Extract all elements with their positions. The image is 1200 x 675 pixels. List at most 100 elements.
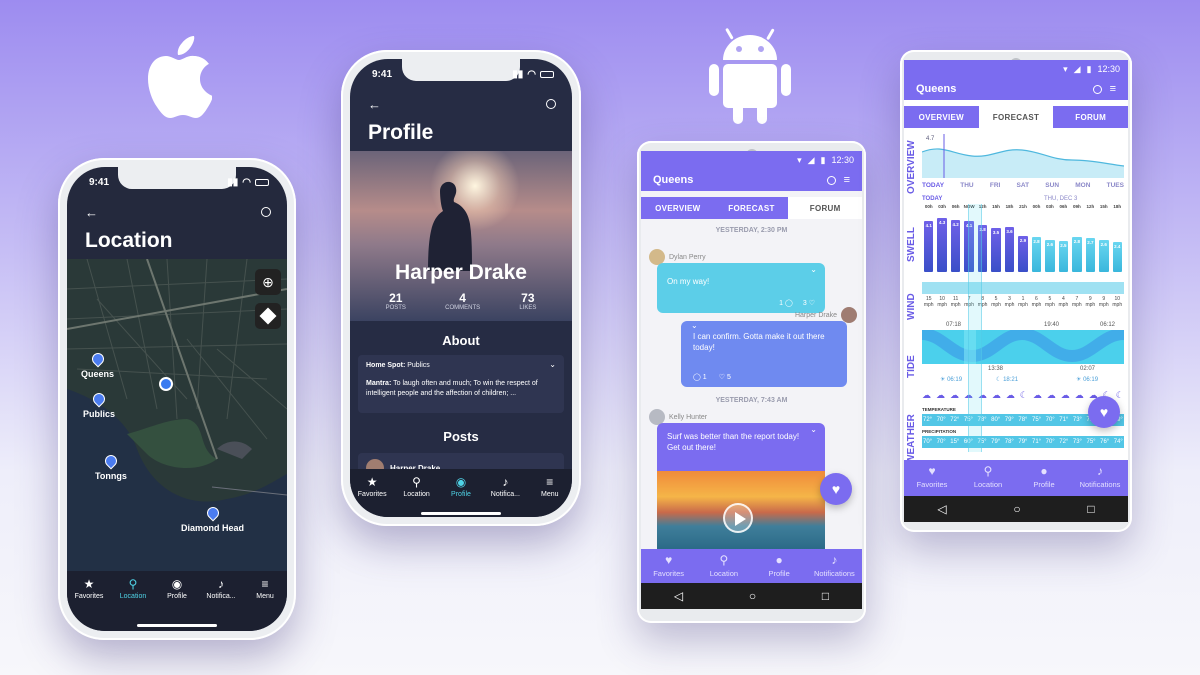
swell-column[interactable]: 09h 2.8 <box>1071 204 1082 278</box>
map-pin-diamond-head[interactable]: Diamond Head <box>181 504 244 533</box>
tab-forum[interactable]: FORUM <box>788 197 862 219</box>
map-pin-publics[interactable]: Publics <box>83 390 115 419</box>
nav-notifications[interactable]: ♪ Notifications <box>807 553 862 583</box>
tab-notifications[interactable]: ♪ Notifica... <box>483 475 527 517</box>
locate-me-button[interactable]: ⊕ <box>255 269 281 295</box>
bottom-tab-bar: ★ Favorites ⚲ Location ◉ Profile ♪ Notifica.… <box>350 469 572 517</box>
side-label-weather: WEATHER <box>906 414 917 464</box>
nav-favorites[interactable]: ♥ Favorites <box>904 464 960 496</box>
nav-profile[interactable]: ● Profile <box>752 553 807 583</box>
swell-bar: 3.6 <box>1004 227 1015 272</box>
day-today[interactable]: TODAY <box>922 182 944 189</box>
tab-profile[interactable]: ◉ Profile <box>439 475 483 517</box>
message-bubble[interactable]: I can confirm. Gotta make it out there t… <box>681 321 847 387</box>
back-arrow-icon[interactable]: ← <box>368 97 381 112</box>
message-bubble[interactable]: On my way! ⌄ 1 ◯ 3 ♡ <box>657 263 825 313</box>
temperature-value: 78° <box>1018 417 1028 423</box>
tab-overview[interactable]: OVERVIEW <box>641 197 715 219</box>
tab-notifications[interactable]: ♪ Notifica... <box>199 577 243 631</box>
day-mon[interactable]: MON <box>1075 182 1090 189</box>
tab-forecast[interactable]: FORECAST <box>978 106 1054 128</box>
play-button-icon[interactable] <box>723 503 753 533</box>
chevron-down-icon[interactable]: ⌄ <box>810 265 817 274</box>
search-icon[interactable] <box>826 175 836 185</box>
swell-column[interactable]: 03h 4.3 <box>936 204 947 278</box>
recents-square-icon[interactable]: □ <box>1087 502 1094 516</box>
swell-column[interactable]: 12h 2.7 <box>1085 204 1096 278</box>
directions-button[interactable] <box>255 303 281 329</box>
tab-favorites[interactable]: ★ Favorites <box>350 475 394 517</box>
swell-column[interactable]: 00h 4.1 <box>923 204 934 278</box>
search-icon[interactable] <box>1092 84 1102 94</box>
comment-count[interactable]: ◯ 1 <box>693 373 707 381</box>
day-tues[interactable]: TUES <box>1107 182 1124 189</box>
stat-likes[interactable]: 73 LIKES <box>519 291 536 311</box>
nav-favorites[interactable]: ♥ Favorites <box>641 553 696 583</box>
chevron-down-icon[interactable]: ⌄ <box>691 321 698 330</box>
map-pin-tonngs[interactable]: Tonngs <box>95 452 127 481</box>
day-thu[interactable]: THU <box>960 182 973 189</box>
tab-menu[interactable]: ≡ Menu <box>528 475 572 517</box>
message-kelly[interactable]: Kelly Hunter Surf was better than the re… <box>649 409 825 563</box>
tab-overview[interactable]: OVERVIEW <box>904 106 979 128</box>
swell-column[interactable]: 06h 4.2 <box>950 204 961 278</box>
search-icon[interactable] <box>546 99 556 109</box>
hour-label: 06h <box>951 204 960 209</box>
swell-column[interactable]: 03h 2.6 <box>1044 204 1055 278</box>
tab-menu[interactable]: ≡ Menu <box>243 577 287 631</box>
nav-notifications[interactable]: ♪ Notifications <box>1072 464 1128 496</box>
like-count[interactable]: 3 ♡ <box>803 299 815 307</box>
swell-value: 4.2 <box>952 222 959 227</box>
stat-posts[interactable]: 21 POSTS <box>386 291 406 311</box>
sun-icon: ☀ <box>1076 377 1082 383</box>
stat-comments[interactable]: 4 COMMENTS <box>445 291 480 311</box>
system-nav-bar: ◁ ○ □ <box>904 496 1128 522</box>
nav-location[interactable]: ⚲ Location <box>960 464 1016 496</box>
day-fri[interactable]: FRI <box>990 182 1000 189</box>
chevron-down-icon[interactable]: ⌄ <box>810 425 817 434</box>
message-text: Surf was better than the report today! G… <box>667 432 800 453</box>
home-circle-icon[interactable]: ○ <box>1013 502 1020 516</box>
about-card[interactable]: Home Spot: Publics Mantra: To laugh ofte… <box>358 355 564 413</box>
home-circle-icon[interactable]: ○ <box>749 589 756 603</box>
recents-square-icon[interactable]: □ <box>822 589 829 603</box>
day-sun[interactable]: SUN <box>1045 182 1059 189</box>
wind-unit: mph <box>1045 302 1055 308</box>
tab-location[interactable]: ⚲ Location <box>395 475 439 517</box>
precipitation-label: PRECIPITATION <box>922 429 957 434</box>
search-icon[interactable] <box>261 207 271 217</box>
tab-forum[interactable]: FORUM <box>1053 106 1128 128</box>
tab-label: Menu <box>256 593 274 600</box>
swell-column[interactable]: 06h 2.5 <box>1058 204 1069 278</box>
message-bubble[interactable]: Surf was better than the report today! G… <box>657 423 825 563</box>
map-pin-queens[interactable]: Queens <box>81 350 114 379</box>
back-triangle-icon[interactable]: ◁ <box>937 502 946 516</box>
swell-column[interactable]: 21h 2.9 <box>1017 204 1028 278</box>
swell-column[interactable]: 18h 2.4 <box>1112 204 1123 278</box>
tab-forecast[interactable]: FORECAST <box>715 197 789 219</box>
swell-column[interactable]: 15h 3.5 <box>990 204 1001 278</box>
nav-location[interactable]: ⚲ Location <box>696 553 751 583</box>
tab-location[interactable]: ⚲ Location <box>111 577 155 631</box>
tab-profile[interactable]: ◉ Profile <box>155 577 199 631</box>
tab-favorites[interactable]: ★ Favorites <box>67 577 111 631</box>
map-view[interactable] <box>67 259 287 579</box>
chevron-down-icon[interactable]: ⌄ <box>549 359 556 370</box>
swell-column[interactable]: 00h 2.8 <box>1031 204 1042 278</box>
wind-speed: 9 mph <box>1084 296 1097 308</box>
favorite-fab[interactable]: ♥ <box>1088 396 1120 428</box>
back-triangle-icon[interactable]: ◁ <box>674 589 683 603</box>
hamburger-menu-icon[interactable]: ≡ <box>1110 83 1116 95</box>
favorite-fab[interactable]: ♥ <box>820 473 852 505</box>
like-count[interactable]: ♡ 5 <box>719 373 731 381</box>
tab-label: Profile <box>167 593 187 600</box>
back-arrow-icon[interactable]: ← <box>85 205 98 220</box>
hamburger-menu-icon[interactable]: ≡ <box>844 174 850 186</box>
swell-column[interactable]: 15h 2.6 <box>1098 204 1109 278</box>
day-sat[interactable]: SAT <box>1017 182 1030 189</box>
comment-count[interactable]: 1 ◯ <box>779 299 793 307</box>
message-harper[interactable]: Harper Drake I can confirm. Gotta make i… <box>681 307 857 387</box>
nav-profile[interactable]: ● Profile <box>1016 464 1072 496</box>
message-dylan[interactable]: Dylan Perry On my way! ⌄ 1 ◯ 3 ♡ <box>649 249 825 313</box>
swell-column[interactable]: 18h 3.6 <box>1004 204 1015 278</box>
